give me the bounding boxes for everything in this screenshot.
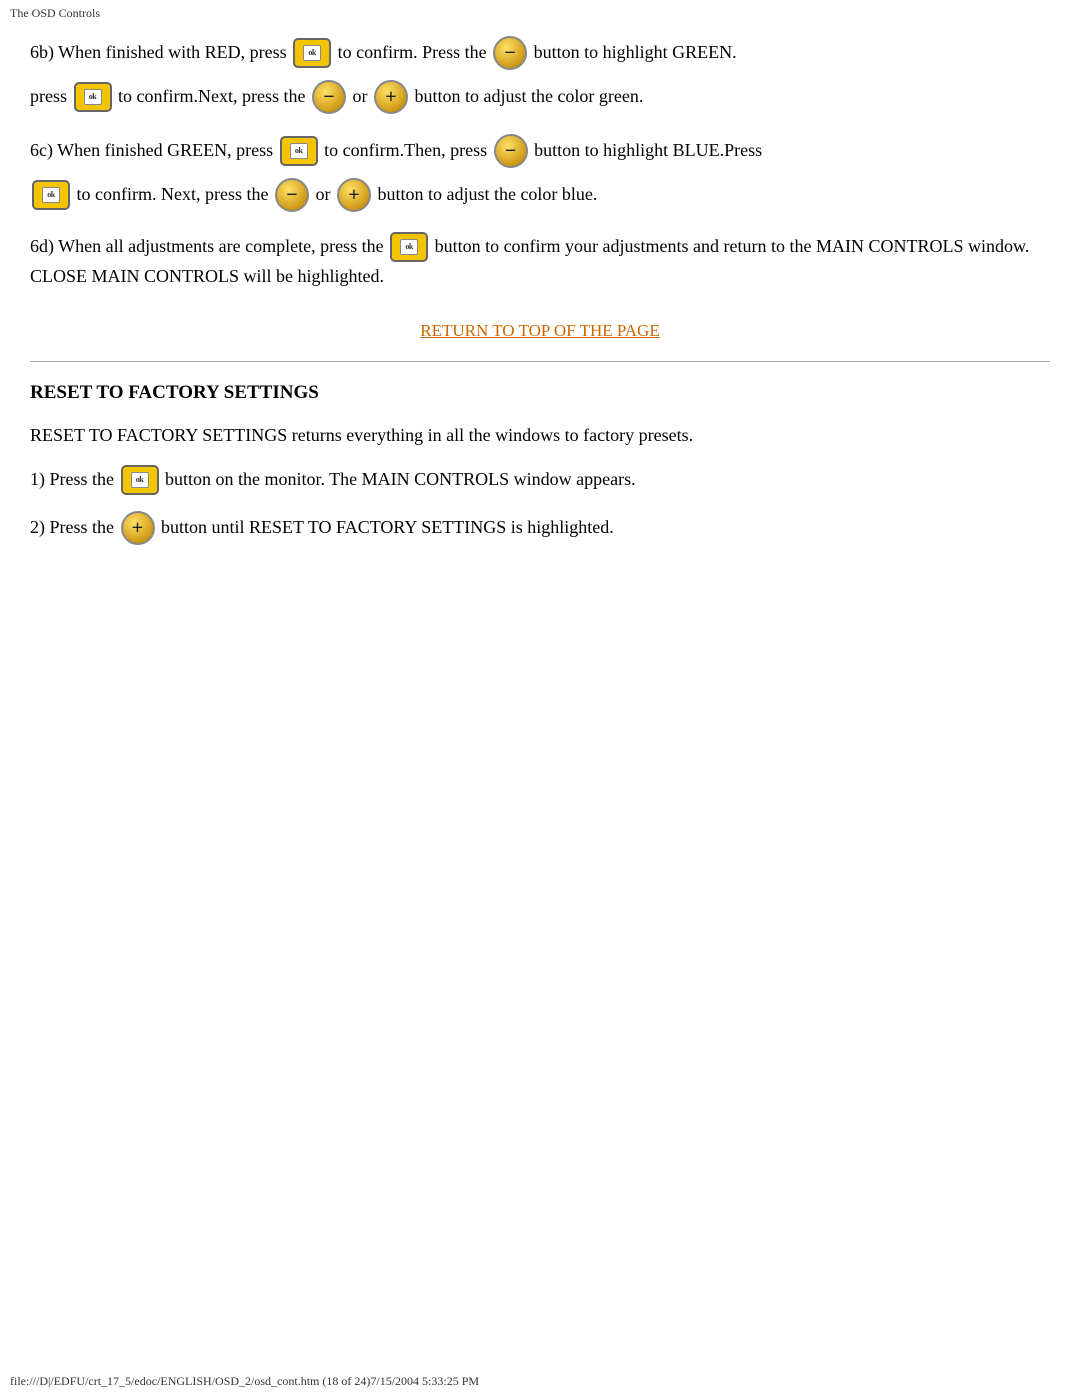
reset-intro: RESET TO FACTORY SETTINGS returns everyt… <box>30 422 1050 450</box>
title-bar: The OSD Controls <box>0 0 1080 27</box>
6b-line2-pre: press <box>30 86 67 106</box>
title-text: The OSD Controls <box>10 6 100 20</box>
6b-line1-post: button to highlight GREEN. <box>534 42 737 62</box>
ok-button-6b-1: ok <box>293 38 331 68</box>
section-6c-line2: ok to confirm. Next, press the − or + bu… <box>30 179 1050 213</box>
reset-step1-post: button on the monitor. The MAIN CONTROLS… <box>165 469 636 489</box>
section-6d: 6d) When all adjustments are complete, p… <box>30 233 1050 291</box>
ok-icon-6b-1: ok <box>303 45 321 61</box>
status-bar: file:///D|/EDFU/crt_17_5/edoc/ENGLISH/OS… <box>10 1374 479 1389</box>
6b-line2-or: or <box>352 86 367 106</box>
6b-line1-pre: 6b) When finished with RED, press <box>30 42 287 62</box>
ok-icon-6c-1: ok <box>290 143 308 159</box>
section-6c: 6c) When finished GREEN, press ok to con… <box>30 135 1050 213</box>
ok-button-reset-1: ok <box>121 465 159 495</box>
reset-step2: 2) Press the + button until RESET TO FAC… <box>30 512 1050 546</box>
reset-title: RESET TO FACTORY SETTINGS <box>30 382 1050 404</box>
reset-step2-post: button until RESET TO FACTORY SETTINGS i… <box>161 517 614 537</box>
6c-line2-pre: to confirm. Next, press the <box>77 184 269 204</box>
section-6c-line1: 6c) When finished GREEN, press ok to con… <box>30 135 1050 169</box>
6c-line2-post: button to adjust the color blue. <box>377 184 597 204</box>
minus-button-6b-2: − <box>312 80 346 114</box>
6b-line2-mid: to confirm.Next, press the <box>118 86 305 106</box>
6b-line1-mid: to confirm. Press the <box>338 42 487 62</box>
ok-button-6d: ok <box>390 232 428 262</box>
6c-line2-or: or <box>315 184 330 204</box>
ok-icon-reset-1: ok <box>131 472 149 488</box>
reset-step1-pre: 1) Press the <box>30 469 114 489</box>
section-6b-line1: 6b) When finished with RED, press ok to … <box>30 37 1050 71</box>
6c-line1-mid: to confirm.Then, press <box>324 140 487 160</box>
ok-icon-6c-2: ok <box>42 187 60 203</box>
6c-line1-post: button to highlight BLUE.Press <box>534 140 762 160</box>
return-link-container: RETURN TO TOP OF THE PAGE <box>30 321 1050 341</box>
section-6b-line2: press ok to confirm.Next, press the − or… <box>30 81 1050 115</box>
section-6d-text: 6d) When all adjustments are complete, p… <box>30 233 1050 291</box>
main-content: 6b) When finished with RED, press ok to … <box>0 27 1080 606</box>
plus-button-6b-1: + <box>374 80 408 114</box>
6b-line2-post: button to adjust the color green. <box>414 86 643 106</box>
section-6b: 6b) When finished with RED, press ok to … <box>30 37 1050 115</box>
ok-icon-6b-2: ok <box>84 89 102 105</box>
reset-step2-pre: 2) Press the <box>30 517 114 537</box>
ok-icon-6d: ok <box>400 239 418 255</box>
ok-button-6c-2: ok <box>32 180 70 210</box>
ok-button-6b-2: ok <box>74 82 112 112</box>
plus-button-reset: + <box>121 511 155 545</box>
minus-button-6c-2: − <box>275 178 309 212</box>
section-divider <box>30 361 1050 362</box>
minus-button-6c-1: − <box>494 134 528 168</box>
plus-button-6c-1: + <box>337 178 371 212</box>
6c-line1-pre: 6c) When finished GREEN, press <box>30 140 273 160</box>
return-to-top-link[interactable]: RETURN TO TOP OF THE PAGE <box>30 321 1050 341</box>
minus-button-6b-1: − <box>493 36 527 70</box>
reset-section: RESET TO FACTORY SETTINGS RESET TO FACTO… <box>30 382 1050 546</box>
reset-step1: 1) Press the ok button on the monitor. T… <box>30 466 1050 496</box>
ok-button-6c-1: ok <box>280 136 318 166</box>
status-bar-text: file:///D|/EDFU/crt_17_5/edoc/ENGLISH/OS… <box>10 1374 479 1388</box>
6d-text-pre: 6d) When all adjustments are complete, p… <box>30 236 384 256</box>
